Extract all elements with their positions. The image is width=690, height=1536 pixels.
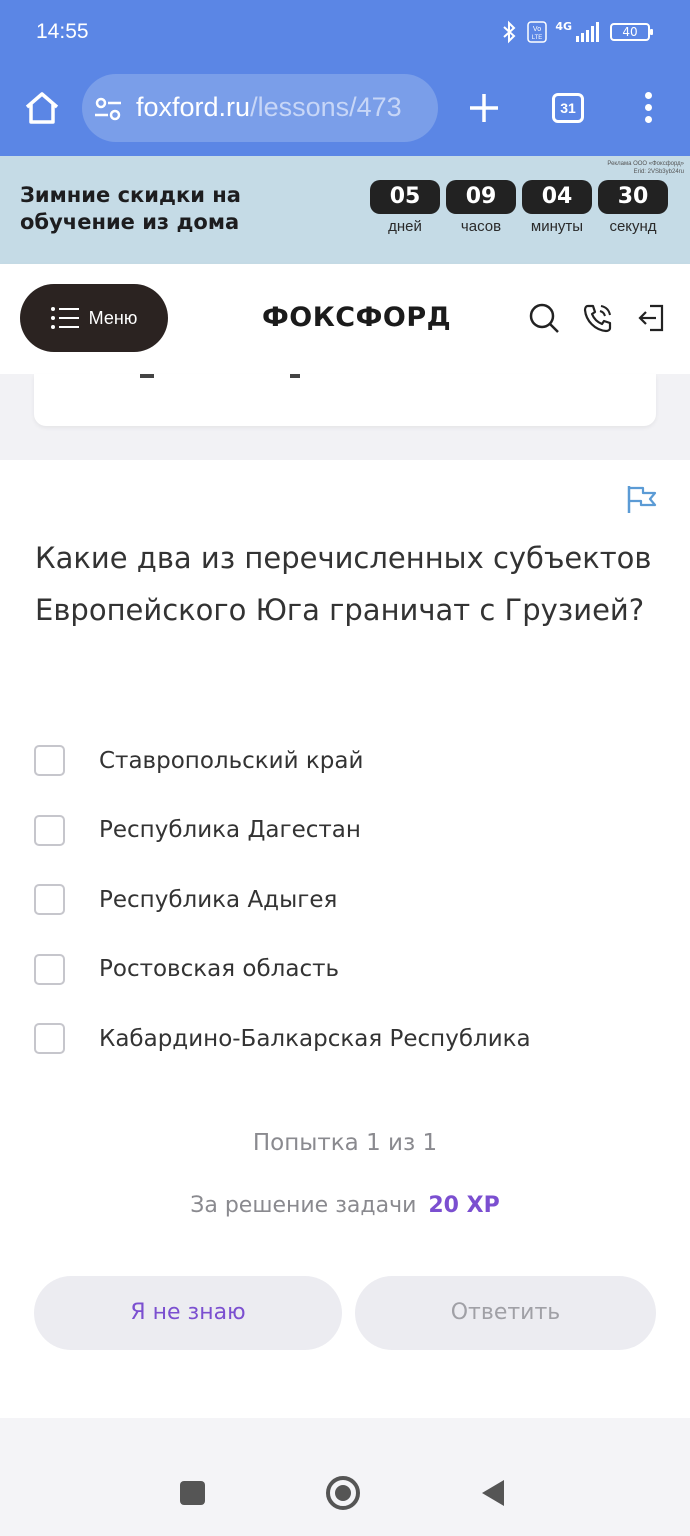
countdown-timer: 05 дней 09 часов 04 минуты 30 секунд [370, 180, 668, 235]
answer-checkbox[interactable] [34, 745, 65, 777]
url-path: /lessons/473 [250, 92, 402, 122]
bluetooth-icon [503, 20, 516, 44]
attempt-counter: Попытка 1 из 1 [252, 1130, 438, 1156]
countdown-seconds: 30 секунд [598, 180, 668, 235]
countdown-label: дней [388, 218, 422, 235]
new-tab-icon[interactable] [464, 88, 504, 128]
volte-icon: Vo LTE [527, 21, 548, 43]
previous-card-area [0, 374, 690, 460]
recent-apps-icon[interactable] [180, 1481, 205, 1505]
countdown-value: 09 [446, 180, 516, 214]
address-bar[interactable]: foxford.ru/lessons/473 [82, 74, 438, 142]
signal-icon [576, 22, 599, 42]
task-card: Какие два из перечисленных субъектов Евр… [0, 460, 690, 1418]
reward-info: За решение задачи 20 XP [0, 1193, 690, 1218]
browser-toolbar: foxford.ru/lessons/473 31 [0, 64, 690, 156]
url-domain: foxford.ru [136, 92, 251, 122]
status-bar: 14:55 Vo LTE 4G 40 [0, 0, 690, 64]
login-icon[interactable] [636, 302, 668, 334]
site-settings-icon[interactable] [94, 96, 122, 122]
countdown-label: секунд [609, 218, 657, 235]
promo-banner[interactable]: Реклама ООО «Фоксфорд» Erid: 2VSb3yb24ru… [0, 156, 690, 264]
answer-label[interactable]: Кабардино-Балкарская Республика [99, 1026, 531, 1052]
site-header: Меню ФОКСФОРД [0, 264, 690, 374]
answer-label[interactable]: Республика Адыгея [99, 887, 337, 913]
menu-button[interactable]: Меню [20, 284, 168, 352]
system-nav-bar [0, 1418, 690, 1536]
countdown-hours: 09 часов [446, 180, 516, 235]
status-icons: Vo LTE 4G 40 [499, 19, 653, 44]
status-time: 14:55 [36, 20, 89, 43]
clipped-content [140, 374, 300, 378]
report-flag-icon[interactable] [626, 484, 658, 514]
tab-switcher-button[interactable]: 31 [552, 93, 584, 123]
phone-icon[interactable] [582, 302, 614, 334]
countdown-value: 04 [522, 180, 592, 214]
answer-option[interactable]: Кабардино-Балкарская Республика [34, 1004, 654, 1074]
back-triangle-icon[interactable] [482, 1480, 504, 1506]
ad-disclaimer-line2: Erid: 2VSb3yb24ru [633, 169, 684, 175]
countdown-days: 05 дней [370, 180, 440, 235]
answer-option[interactable]: Ставропольский край [34, 726, 654, 796]
svg-text:LTE: LTE [532, 35, 543, 41]
previous-card [34, 374, 656, 426]
answer-checkbox[interactable] [34, 884, 65, 916]
url-text: foxford.ru/lessons/473 [136, 92, 402, 123]
answer-checkbox[interactable] [34, 953, 65, 985]
answer-label[interactable]: Республика Дагестан [99, 817, 361, 843]
answer-checkbox[interactable] [34, 814, 65, 846]
search-icon[interactable] [528, 302, 560, 334]
countdown-minutes: 04 минуты [522, 180, 592, 235]
countdown-label: часов [460, 218, 502, 235]
answer-button[interactable]: Ответить [355, 1276, 656, 1350]
more-menu-icon[interactable] [636, 92, 660, 128]
menu-list-icon [50, 307, 79, 329]
battery-icon: 40 [610, 23, 653, 41]
answer-checkbox[interactable] [34, 1023, 65, 1055]
dont-know-button[interactable]: Я не знаю [34, 1276, 342, 1350]
answer-option[interactable]: Республика Дагестан [34, 796, 654, 866]
ad-disclaimer: Реклама ООО «Фоксфорд» Erid: 2VSb3yb24ru [607, 160, 684, 176]
answer-label[interactable]: Ростовская область [99, 956, 339, 982]
answer-label[interactable]: Ставропольский край [99, 748, 363, 774]
promo-headline: Зимние скидки на обучение из дома [20, 183, 241, 234]
answer-option[interactable]: Республика Адыгея [34, 865, 654, 935]
svg-text:Vo: Vo [533, 26, 541, 33]
countdown-value: 05 [370, 180, 440, 214]
answer-options: Ставропольский край Республика Дагестан … [34, 726, 654, 1074]
ad-disclaimer-line1: Реклама ООО «Фоксфорд» [607, 161, 684, 167]
menu-label: Меню [88, 307, 138, 328]
home-icon[interactable] [22, 88, 62, 128]
countdown-value: 30 [598, 180, 668, 214]
answer-option[interactable]: Ростовская область [34, 935, 654, 1005]
question-text: Какие два из перечисленных субъектов Евр… [35, 541, 652, 627]
network-type-label: 4G [555, 19, 572, 33]
reward-label: За решение задачи [190, 1193, 417, 1218]
countdown-label: минуты [530, 218, 584, 235]
home-circle-icon[interactable] [326, 1476, 360, 1510]
site-logo[interactable]: ФОКСФОРД [262, 302, 451, 333]
reward-xp: 20 XP [428, 1193, 500, 1218]
